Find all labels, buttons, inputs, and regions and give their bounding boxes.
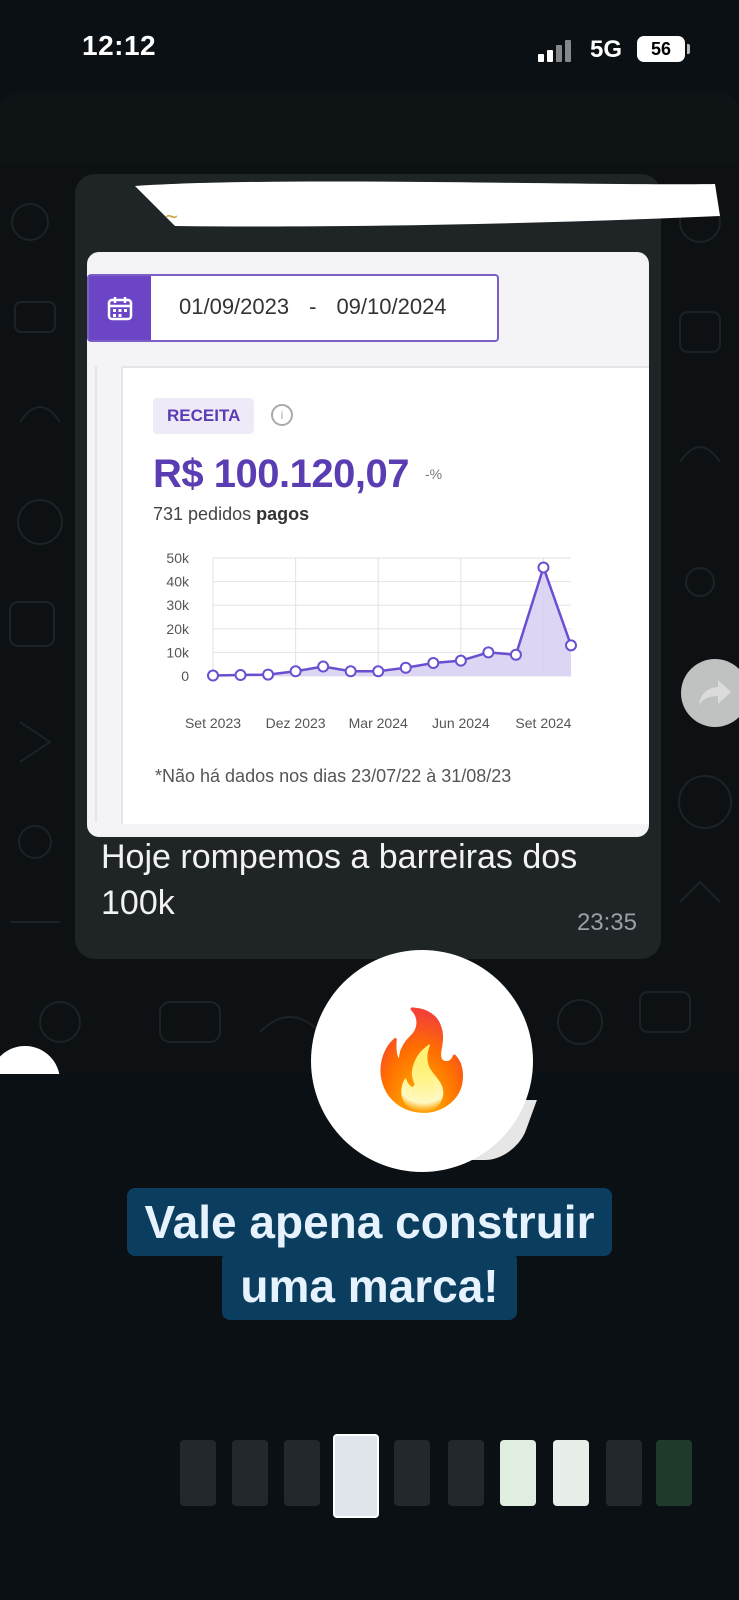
headline-line-1: Vale apena construir (126, 1188, 613, 1256)
story-thumbnails (180, 1434, 720, 1520)
story-thumbnail[interactable] (656, 1440, 692, 1506)
story-thumbnail[interactable] (232, 1440, 268, 1506)
x-tick-label: Mar 2024 (349, 715, 408, 731)
data-point (565, 639, 577, 652)
fire-sticker: 🔥 (311, 950, 533, 1172)
story-header-strip (0, 92, 739, 162)
story-thumbnail[interactable] (606, 1440, 642, 1506)
date-range-picker[interactable]: 01/09/2023-09/10/2024 (87, 274, 499, 342)
network-label: 5G (590, 36, 623, 63)
x-tick-label: Set 2024 (515, 715, 571, 731)
info-icon[interactable]: i (271, 404, 293, 426)
headline-line-2: uma marca! (222, 1252, 517, 1320)
date-end: 09/10/2024 (336, 294, 447, 319)
data-point (372, 665, 385, 678)
status-time: 12:12 (82, 30, 157, 61)
message-text: Hoje rompemos a barreiras dos 100k (101, 838, 578, 922)
x-tick-label: Dez 2023 (266, 715, 326, 731)
data-point (234, 669, 247, 682)
change-percent: -% (425, 466, 443, 482)
story-thumbnail[interactable] (553, 1440, 589, 1506)
data-point (454, 654, 467, 667)
y-tick-label: 0 (181, 668, 189, 684)
date-range-text: 01/09/2023-09/10/2024 (179, 294, 447, 320)
story-thumbnail[interactable] (180, 1440, 216, 1506)
revenue-amount: R$ 100.120,07 (153, 452, 409, 496)
redaction-scribble: ~ (135, 181, 720, 229)
battery-level: 56 (650, 38, 672, 59)
y-tick-label: 30k (166, 597, 190, 613)
metric-badge: RECEITA (153, 398, 255, 434)
date-start: 01/09/2023 (179, 294, 290, 319)
y-tick-label: 40k (166, 574, 190, 590)
story-thumbnail[interactable] (500, 1440, 536, 1506)
revenue-card: RECEITA i R$ 100.120,07 -% 731 pedidos p… (121, 366, 649, 824)
data-point (482, 646, 495, 659)
orders-count: 731 pedidos pagos (153, 504, 309, 525)
data-point (317, 660, 330, 673)
date-separator: - (309, 294, 317, 319)
data-point (537, 561, 550, 574)
data-point (289, 665, 302, 678)
status-bar: 12:12 5G 56 (0, 0, 739, 95)
revenue-chart: 0 10k 20k 30k 40k 50k Set 2023 Dez 2023 Mar 2024… (166, 550, 577, 731)
battery-tip (687, 44, 690, 54)
data-point (262, 668, 275, 681)
message-bubble[interactable]: ~ 01/09/2023-09/10/2024 RECEITA i R$ 100… (75, 174, 720, 959)
y-tick-label: 10k (166, 644, 190, 660)
calendar-icon[interactable] (89, 276, 151, 340)
orders-suffix: pagos (256, 504, 310, 524)
data-point (344, 665, 357, 678)
story-thumbnail[interactable] (448, 1440, 484, 1506)
svg-text:~: ~ (165, 204, 178, 229)
x-tick-label: Set 2023 (185, 715, 241, 731)
message-time: 23:35 (576, 909, 637, 936)
fire-emoji: 🔥 (362, 1007, 482, 1114)
chat-screenshot: ~ 01/09/2023-09/10/2024 RECEITA i R$ 100… (0, 162, 739, 1074)
story-thumbnail[interactable] (284, 1440, 320, 1506)
story-thumbnail[interactable] (394, 1440, 430, 1506)
battery-icon: 56 (637, 36, 685, 62)
data-point (509, 648, 522, 661)
story-headline: Vale apena construir uma marca! (0, 1188, 739, 1320)
signal-icon (538, 38, 578, 62)
orders-prefix: 731 pedidos (153, 504, 252, 524)
data-point (399, 661, 412, 674)
data-point (427, 657, 440, 670)
story-thumbnail-current[interactable] (333, 1434, 379, 1518)
dashboard-screenshot: 01/09/2023-09/10/2024 RECEITA i R$ 100.1… (87, 252, 649, 837)
chart-footnote: *Não há dados nos dias 23/07/22 à 31/08/… (155, 766, 512, 786)
y-tick-label: 50k (166, 550, 190, 566)
panel-divider (95, 366, 97, 822)
data-point (207, 669, 219, 682)
x-tick-label: Jun 2024 (432, 715, 490, 731)
y-tick-label: 20k (166, 621, 190, 637)
